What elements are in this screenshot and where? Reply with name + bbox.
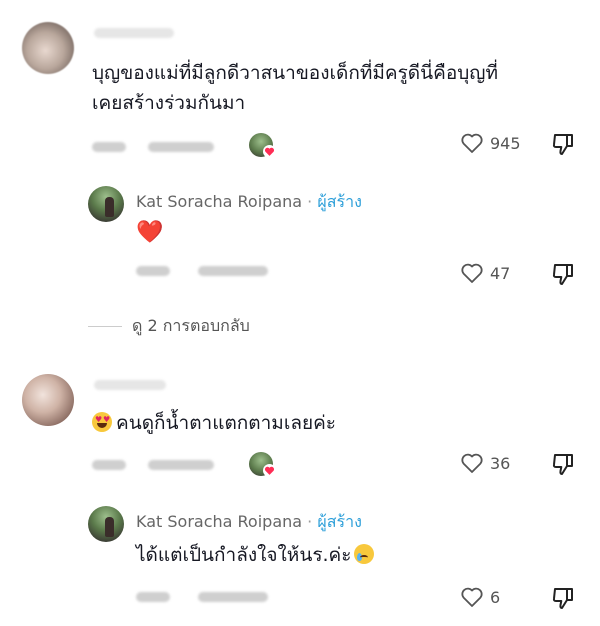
commenter-name[interactable]	[94, 28, 174, 38]
heart-outline-icon	[461, 587, 483, 607]
dislike-icon[interactable]	[550, 585, 576, 611]
reply-author-line: Kat Soracha Roipana · ผู้สร้าง	[136, 190, 362, 215]
like-button[interactable]: 36	[460, 452, 510, 474]
creator-avatar[interactable]	[88, 186, 124, 222]
commenter-avatar[interactable]	[22, 22, 74, 74]
reply-date	[136, 592, 170, 602]
like-count: 6	[490, 587, 501, 607]
like-button[interactable]: 945	[460, 132, 521, 154]
like-count: 945	[490, 133, 521, 153]
crying-face-emoji	[354, 544, 375, 564]
creator-badge: ผู้สร้าง	[317, 512, 362, 531]
heart-badge-icon	[263, 464, 276, 477]
dislike-icon[interactable]	[550, 261, 576, 287]
reply-like-button[interactable]: 47	[460, 262, 510, 284]
separator: ·	[307, 512, 313, 531]
comment-date	[92, 460, 126, 470]
heart-outline-icon	[461, 263, 483, 283]
heart-outline-icon	[461, 453, 483, 473]
reply-text: ❤️	[136, 220, 164, 245]
view-replies-label: ดู 2 การตอบกลับ	[132, 316, 250, 335]
creator-badge: ผู้สร้าง	[317, 192, 362, 211]
comment-text: บุญของแม่ที่มีลูกดีวาสนาของเด็กที่มีครูด…	[92, 62, 499, 114]
comment-text: ♥ ♥ คนดูก็น้ำตาแตกตามเลยค่ะ	[92, 408, 336, 438]
reply-link[interactable]	[148, 142, 214, 152]
comment-date	[92, 142, 126, 152]
reply-author-line: Kat Soracha Roipana · ผู้สร้าง	[136, 510, 362, 535]
reply-author[interactable]: Kat Soracha Roipana	[136, 512, 302, 531]
reply-like-button[interactable]: 6	[460, 586, 500, 608]
dislike-icon[interactable]	[550, 451, 576, 477]
commenter-name[interactable]	[94, 380, 166, 390]
divider	[88, 326, 122, 327]
reply-reply-link[interactable]	[198, 592, 268, 602]
heart-outline-icon	[461, 133, 483, 153]
reply-reply-link[interactable]	[198, 266, 268, 276]
heart-eyes-emoji: ♥ ♥	[92, 412, 112, 432]
separator: ·	[307, 192, 313, 211]
creator-avatar[interactable]	[88, 506, 124, 542]
reply-text: ได้แต่เป็นกำลังใจให้นร.ค่ะ	[136, 540, 375, 570]
heart-badge-icon	[263, 145, 276, 158]
commenter-avatar[interactable]	[22, 374, 74, 426]
view-replies-button[interactable]: ดู 2 การตอบกลับ	[88, 314, 250, 339]
reply-date	[136, 266, 170, 276]
reply-link[interactable]	[148, 460, 214, 470]
like-count: 36	[490, 453, 511, 473]
dislike-icon[interactable]	[550, 131, 576, 157]
like-count: 47	[490, 263, 511, 283]
reply-author[interactable]: Kat Soracha Roipana	[136, 192, 302, 211]
